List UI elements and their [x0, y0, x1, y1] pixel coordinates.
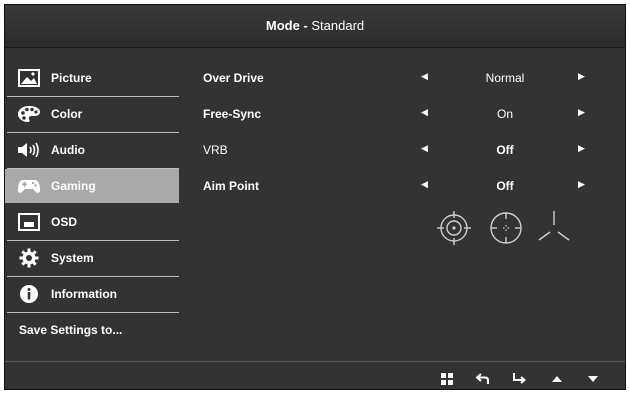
right-arrow-icon[interactable]: ▶	[578, 143, 585, 154]
title-mode: Standard	[307, 18, 365, 33]
save-settings-item[interactable]: Save Settings to...	[5, 313, 179, 347]
osd-icon	[17, 211, 41, 233]
setting-row-vrb[interactable]: VRB ◀ Off ▶	[195, 133, 615, 169]
setting-label: Over Drive	[203, 71, 264, 85]
aim-point-3-icon	[538, 211, 570, 241]
sidebar: Picture Color Audio Gaming OSD System In…	[5, 61, 179, 349]
sidebar-item-audio[interactable]: Audio	[5, 133, 179, 169]
sidebar-item-gaming[interactable]: Gaming	[5, 169, 179, 203]
right-arrow-icon[interactable]: ▶	[578, 107, 585, 118]
menu-icon[interactable]	[435, 369, 459, 389]
sidebar-item-label: Color	[51, 107, 83, 121]
sidebar-item-label: Gaming	[51, 179, 96, 193]
save-settings-label: Save Settings to...	[19, 323, 123, 337]
aim-point-2-icon	[490, 212, 522, 244]
setting-label: Aim Point	[203, 179, 259, 193]
back-icon[interactable]	[471, 369, 495, 389]
down-icon[interactable]	[581, 369, 605, 389]
setting-row-over-drive[interactable]: Over Drive ◀ Normal ▶	[195, 61, 615, 97]
setting-value: Off	[496, 143, 514, 157]
left-arrow-icon[interactable]: ◀	[421, 143, 428, 154]
title-bar: Mode - Standard	[5, 5, 625, 48]
left-arrow-icon[interactable]: ◀	[421, 107, 428, 118]
setting-value: Normal	[485, 71, 525, 85]
right-arrow-icon[interactable]: ▶	[578, 71, 585, 82]
left-arrow-icon[interactable]: ◀	[421, 179, 428, 190]
setting-row-aim-point[interactable]: Aim Point ◀ Off ▶	[195, 169, 615, 205]
sidebar-item-information[interactable]: Information	[5, 277, 179, 313]
setting-label: Free-Sync	[203, 107, 262, 121]
palette-icon	[17, 103, 41, 125]
sidebar-item-label: OSD	[51, 215, 78, 229]
sidebar-item-label: Picture	[51, 71, 92, 85]
footer-divider	[5, 361, 625, 362]
enter-icon[interactable]	[507, 369, 531, 389]
left-arrow-icon[interactable]: ◀	[421, 71, 428, 82]
title-prefix: Mode -	[265, 18, 308, 33]
sidebar-item-system[interactable]: System	[5, 241, 179, 277]
speaker-icon	[17, 139, 41, 161]
settings-panel: Over Drive ◀ Normal ▶ Free-Sync ◀ On ▶ V…	[195, 61, 615, 205]
sidebar-item-color[interactable]: Color	[5, 97, 179, 133]
info-icon	[17, 283, 41, 305]
sidebar-item-picture[interactable]: Picture	[5, 61, 179, 97]
gamepad-icon	[17, 175, 41, 197]
setting-value: On	[496, 107, 513, 121]
right-arrow-icon[interactable]: ▶	[578, 179, 585, 190]
sidebar-item-osd[interactable]: OSD	[5, 205, 179, 241]
sidebar-item-label: System	[51, 251, 94, 265]
sidebar-item-label: Information	[51, 287, 117, 301]
up-icon[interactable]	[545, 369, 569, 389]
osd-menu: Mode - Standard Picture Color Audio Gami…	[4, 4, 626, 390]
sidebar-item-label: Audio	[51, 143, 85, 157]
setting-value: Off	[496, 179, 514, 193]
aim-point-1-icon	[437, 211, 471, 245]
setting-label: VRB	[203, 143, 228, 157]
setting-row-free-sync[interactable]: Free-Sync ◀ On ▶	[195, 97, 615, 133]
gear-icon	[17, 247, 41, 269]
picture-icon	[17, 67, 41, 89]
